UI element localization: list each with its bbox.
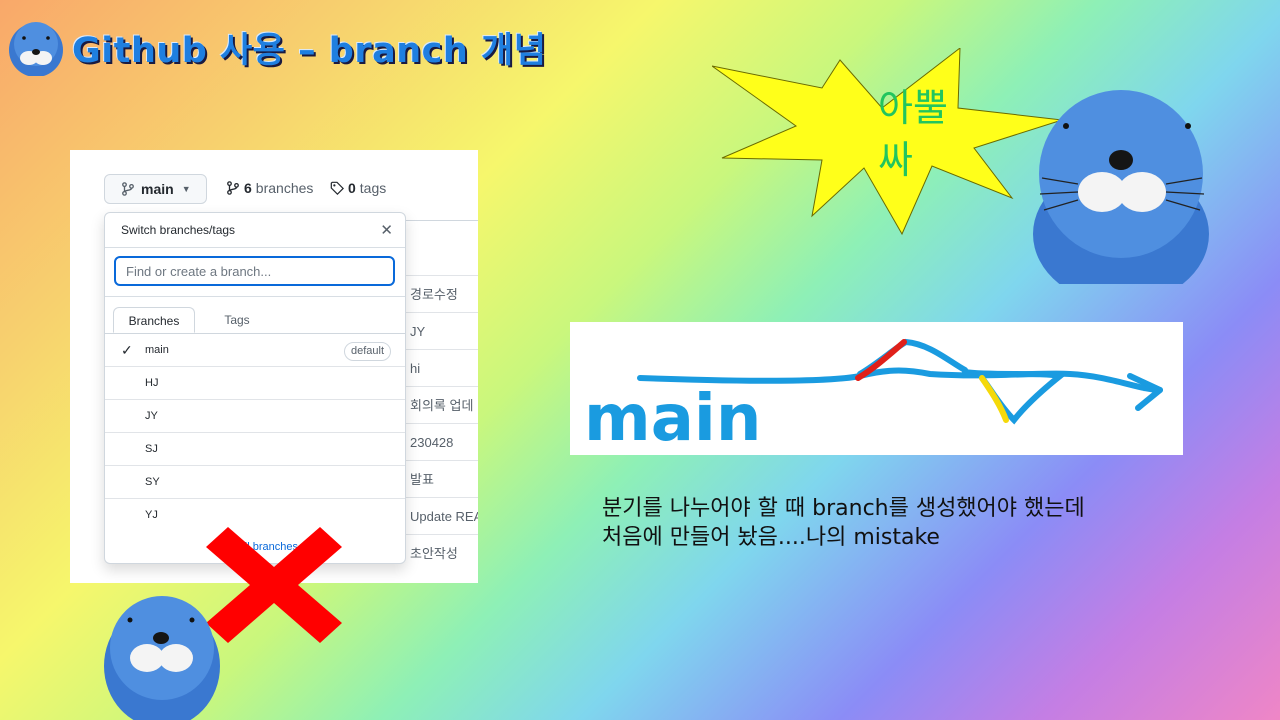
commit-message[interactable]: 발표 — [400, 460, 478, 497]
close-icon[interactable]: ✕ — [380, 221, 393, 239]
tab-branches[interactable]: Branches — [113, 307, 195, 333]
caption-line: 분기를 나누어야 할 때 branch를 생성했어야 했는데 — [602, 496, 1085, 521]
dropdown-header: Switch branches/tags ✕ — [105, 213, 405, 248]
commit-message[interactable]: 회의록 업데 — [400, 386, 478, 423]
branch-item-sj[interactable]: SJ — [105, 433, 405, 466]
github-branch-panel: main ▼ 6 branches 0 tags 경로수정 JY hi 회의록 … — [70, 150, 478, 583]
dropdown-tabs: Branches Tags — [105, 297, 405, 334]
branch-item-main[interactable]: ✓ main default — [105, 334, 405, 367]
caption-line: 처음에 만들어 놨음....나의 mistake — [602, 525, 940, 550]
commit-message[interactable]: hi — [400, 349, 478, 386]
seal-mascot-small — [6, 14, 66, 76]
branch-select-button[interactable]: main ▼ — [104, 174, 207, 204]
branch-drawing: main — [584, 338, 1163, 456]
tags-link[interactable]: 0 tags — [330, 180, 386, 196]
tab-tags[interactable]: Tags — [211, 307, 263, 333]
branch-item-jy[interactable]: JY — [105, 400, 405, 433]
tags-count: 0 — [348, 180, 356, 196]
slide-title: Github 사용 – branch 개념 — [72, 31, 547, 71]
commit-message[interactable]: JY — [400, 312, 478, 349]
commit-message[interactable]: 경로수정 — [400, 275, 478, 312]
git-branch-icon — [122, 182, 134, 196]
branch-select-label: main — [141, 181, 174, 197]
branch-name: SJ — [145, 443, 158, 455]
tags-label: tags — [359, 180, 387, 196]
branch-item-sy[interactable]: SY — [105, 466, 405, 499]
branch-diagram: main — [570, 322, 1183, 456]
commit-message-column: 경로수정 JY hi 회의록 업데 230428 발표 Update REA 초… — [400, 220, 478, 583]
slide-caption: 분기를 나누어야 할 때 branch를 생성했어야 했는데 처음에 만들어 놨… — [602, 494, 1192, 552]
branch-name: YJ — [145, 509, 158, 521]
branch-dropdown: Switch branches/tags ✕ Branches Tags ✓ m… — [104, 212, 406, 564]
branches-label: branches — [255, 180, 314, 196]
dropdown-title: Switch branches/tags — [121, 223, 236, 237]
shout-text: 아뿔싸 — [878, 86, 948, 182]
commit-message[interactable]: Update REA — [400, 497, 478, 534]
dropdown-search-area — [105, 248, 405, 297]
branch-item-hj[interactable]: HJ — [105, 367, 405, 400]
branches-link[interactable]: 6 branches — [226, 180, 313, 196]
commit-message[interactable]: 초안작성 — [400, 534, 478, 571]
branch-name: JY — [145, 410, 158, 422]
tag-icon — [330, 181, 344, 195]
caret-down-icon: ▼ — [181, 184, 191, 194]
default-badge: default — [343, 342, 391, 361]
git-branch-icon — [227, 181, 239, 195]
cross-mark-icon — [206, 527, 342, 643]
branch-name: main — [145, 344, 169, 356]
branch-name: HJ — [145, 377, 159, 389]
branch-name: SY — [145, 476, 160, 488]
diagram-label: main — [584, 382, 761, 455]
seal-mascot-bottom — [102, 586, 222, 720]
check-icon: ✓ — [121, 342, 133, 358]
branches-count: 6 — [244, 180, 252, 196]
branch-search-input[interactable] — [114, 256, 395, 286]
seal-mascot-right — [1030, 84, 1212, 284]
commit-message[interactable]: 230428 — [400, 423, 478, 460]
